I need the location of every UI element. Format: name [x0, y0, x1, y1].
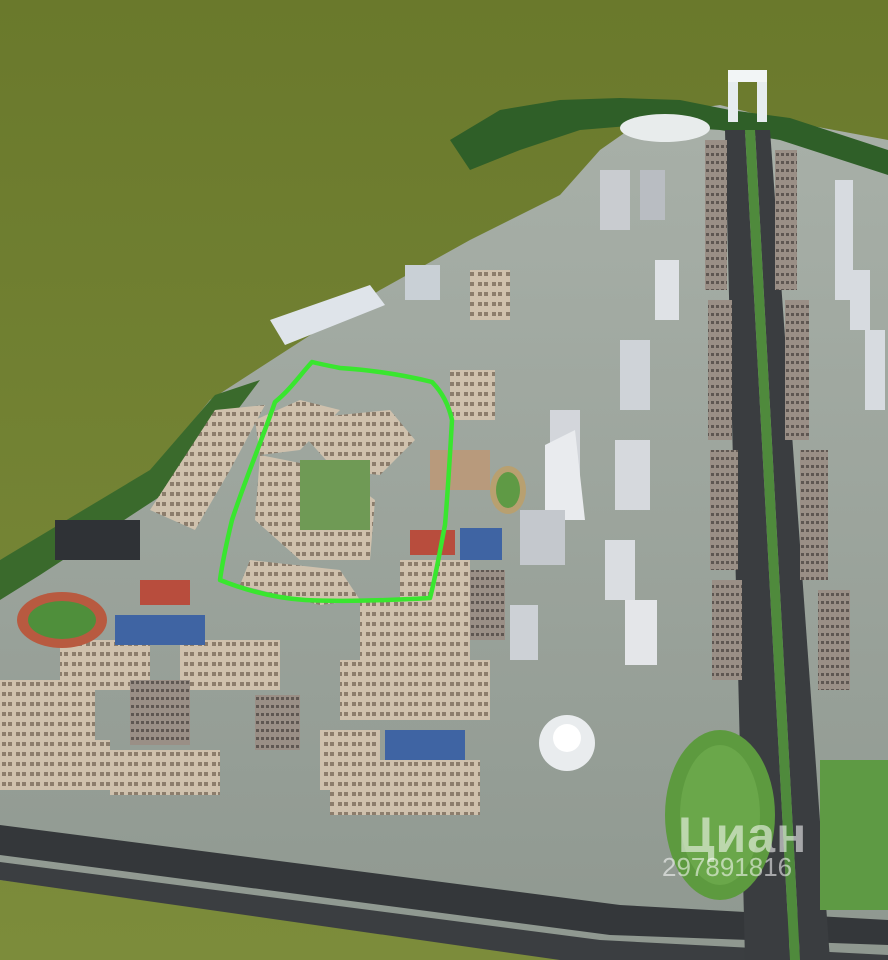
city-render-scene [0, 0, 888, 960]
round-pavilion-top [553, 724, 581, 752]
park-east-lawn [820, 760, 888, 910]
park-oval-inner [680, 745, 760, 885]
arch-monument-top [728, 70, 767, 82]
plaza-white-building [620, 114, 710, 142]
